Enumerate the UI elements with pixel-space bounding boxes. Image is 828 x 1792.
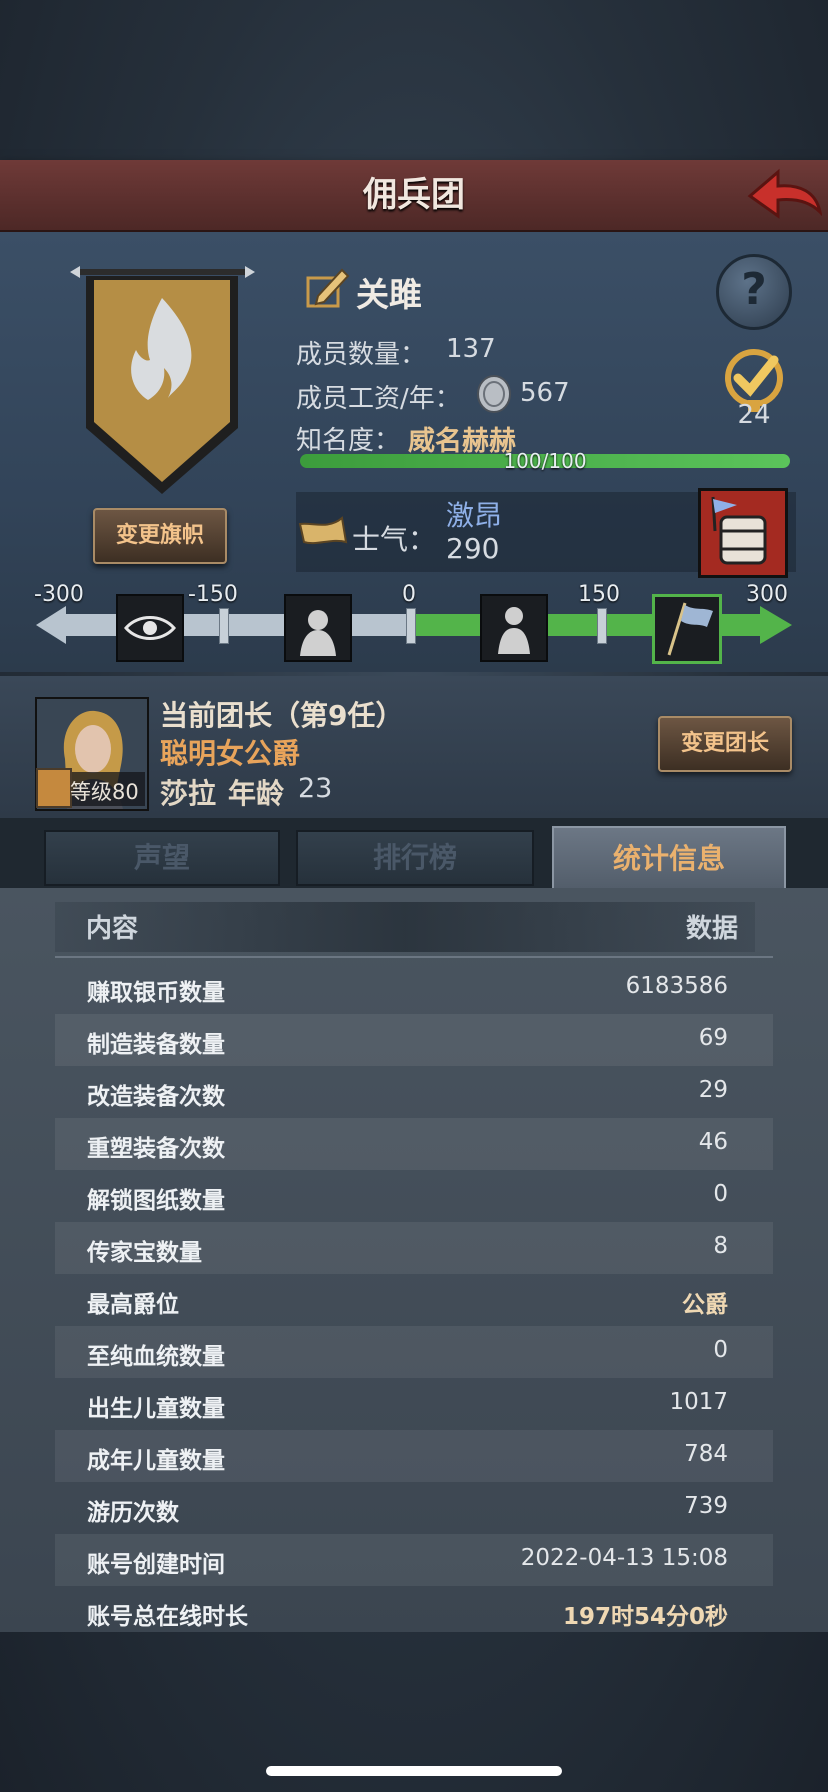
help-icon[interactable]: ?	[716, 254, 792, 330]
leader-age-label: 年龄	[228, 777, 285, 810]
tick-label: -300	[34, 582, 84, 607]
row-value: 0	[713, 1337, 728, 1363]
flag-morale-icon[interactable]	[652, 594, 722, 664]
horn-icon	[298, 512, 348, 554]
tick-label: 300	[746, 582, 788, 607]
row-label: 出生儿童数量	[87, 1396, 225, 1422]
sword-icon	[36, 768, 72, 808]
leader-age: 23	[298, 773, 333, 804]
morale-label: 士气：	[352, 523, 437, 556]
calm-morale-icon[interactable]	[480, 594, 548, 662]
row-label: 最高爵位	[87, 1292, 179, 1318]
row-value: 46	[698, 1129, 728, 1155]
row-label: 至纯血统数量	[87, 1344, 225, 1370]
scale-tick	[597, 608, 607, 644]
table-row: 账号总在线时长 197时54分0秒	[55, 1586, 773, 1638]
row-label: 账号总在线时长	[87, 1604, 248, 1630]
tick-label: 0	[402, 582, 416, 607]
table-row: 出生儿童数量 1017	[55, 1378, 773, 1430]
row-value: 0	[713, 1181, 728, 1207]
leader-title: 当前团长（第9任）	[160, 699, 404, 732]
salary-value: 567	[520, 378, 570, 408]
row-value: 6183586	[625, 973, 728, 999]
fame-progress-text: 100/100	[503, 449, 587, 473]
row-value: 1017	[669, 1389, 728, 1415]
scale-tick	[219, 608, 229, 644]
column-header-data: 数据	[686, 914, 739, 944]
row-value: 197时54分0秒	[562, 1604, 728, 1630]
table-row: 游历次数 739	[55, 1482, 773, 1534]
morale-state: 激昂	[446, 499, 503, 532]
morale-value: 290	[446, 532, 500, 565]
guild-banner-icon	[70, 258, 255, 498]
row-label: 账号创建时间	[87, 1552, 225, 1578]
leader-trait: 聪明女公爵	[160, 737, 301, 770]
table-row: 最高爵位 公爵	[55, 1274, 773, 1326]
guild-name: 关雎	[356, 275, 422, 314]
row-value: 69	[698, 1025, 728, 1051]
tab-leaderboard[interactable]: 排行榜	[296, 830, 534, 886]
table-row: 至纯血统数量 0	[55, 1326, 773, 1378]
row-value: 2022-04-13 15:08	[520, 1545, 728, 1571]
row-label: 改造装备次数	[87, 1084, 225, 1110]
edit-name-icon[interactable]	[304, 264, 350, 310]
barrel-icon[interactable]	[698, 488, 788, 578]
table-row: 赚取银币数量 6183586	[55, 962, 773, 1014]
row-label: 成年儿童数量	[87, 1448, 225, 1474]
home-indicator[interactable]	[266, 1766, 562, 1776]
column-header-content: 内容	[86, 914, 139, 944]
salary-label: 成员工资/年：	[296, 384, 461, 414]
eye-morale-icon[interactable]	[116, 594, 184, 662]
table-row: 制造装备数量 69	[55, 1014, 773, 1066]
tab-reputation[interactable]: 声望	[44, 830, 280, 886]
page-title: 佣兵团	[363, 175, 465, 215]
tick-label: -150	[188, 582, 238, 607]
change-leader-button[interactable]: 变更团长	[658, 716, 792, 772]
despair-morale-icon[interactable]	[284, 594, 352, 662]
header-divider	[55, 956, 773, 958]
row-label: 制造装备数量	[87, 1032, 225, 1058]
table-row: 传家宝数量 8	[55, 1222, 773, 1274]
row-value: 784	[684, 1441, 728, 1467]
table-row: 成年儿童数量 784	[55, 1430, 773, 1482]
row-label: 游历次数	[87, 1500, 179, 1526]
table-header	[55, 902, 755, 952]
back-arrow-icon	[747, 168, 823, 219]
silver-coin-icon	[476, 374, 512, 418]
scale-right-arrow	[760, 606, 792, 648]
row-label: 重塑装备次数	[87, 1136, 225, 1162]
members-value: 137	[446, 334, 496, 364]
tab-statistics[interactable]: 统计信息	[552, 826, 786, 892]
row-value: 739	[684, 1493, 728, 1519]
table-row: 重塑装备次数 46	[55, 1118, 773, 1170]
leader-level: 等级80	[70, 780, 139, 804]
row-value: 公爵	[682, 1292, 728, 1318]
row-value: 8	[713, 1233, 728, 1259]
scale-tick	[406, 608, 416, 644]
leader-name: 莎拉	[160, 777, 217, 810]
row-label: 赚取银币数量	[87, 980, 225, 1006]
members-label: 成员数量：	[296, 340, 427, 370]
back-button[interactable]	[742, 164, 823, 224]
tick-label: 150	[578, 582, 620, 607]
row-value: 29	[698, 1077, 728, 1103]
table-row: 解锁图纸数量 0	[55, 1170, 773, 1222]
row-label: 传家宝数量	[87, 1240, 202, 1266]
change-flag-button[interactable]: 变更旗帜	[93, 508, 227, 564]
row-label: 解锁图纸数量	[87, 1188, 225, 1214]
table-row: 账号创建时间 2022-04-13 15:08	[55, 1534, 773, 1586]
table-row: 改造装备次数 29	[55, 1066, 773, 1118]
medal-count: 24	[737, 400, 771, 430]
